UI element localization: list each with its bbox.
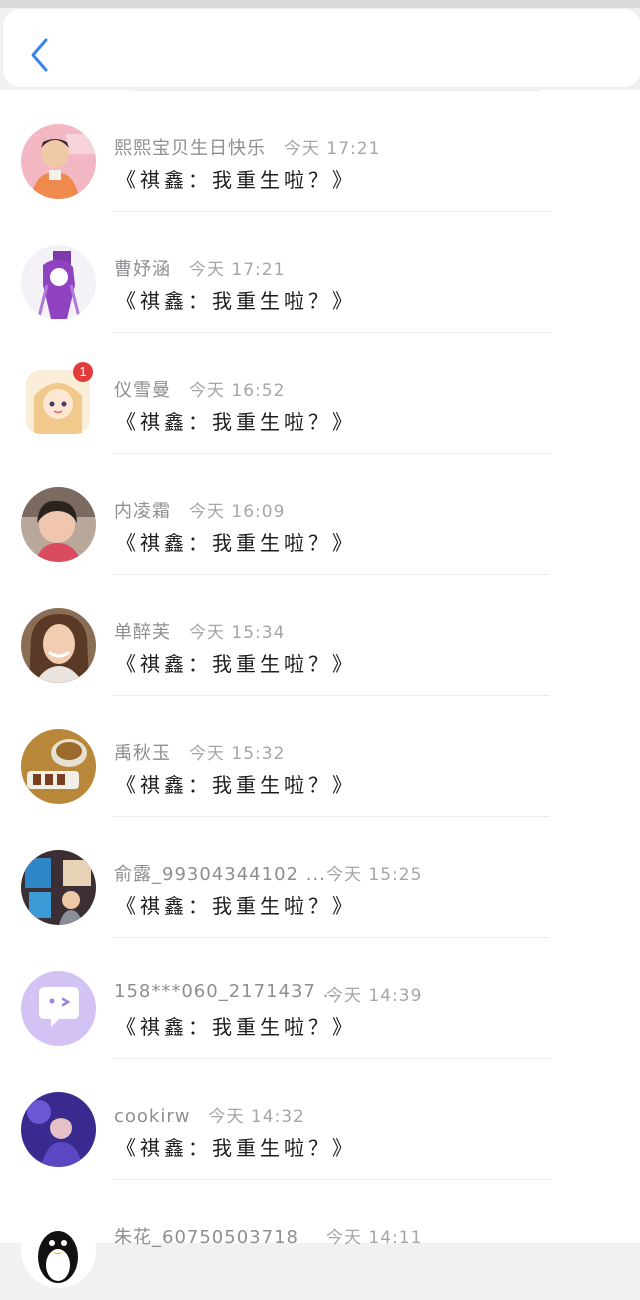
message-preview: 《祺鑫：我重生啦？》 (116, 168, 356, 192)
avatar[interactable] (21, 971, 96, 1046)
message-preview: 《祺鑫：我重生啦？》 (116, 410, 356, 434)
conversation-header: 俞露_99304344102 ... 今天 15:25 (114, 860, 421, 886)
list-item[interactable]: 158***060_2171437 ... 今天 14:39 《祺鑫：我重生啦？》 (0, 937, 640, 1058)
timestamp: 今天 16:52 (189, 381, 286, 401)
timestamp: 今天 15:25 (326, 865, 423, 885)
top-bar (2, 8, 640, 88)
list-item[interactable]: 曹妤涵 今天 17:21 《祺鑫：我重生啦？》 (0, 211, 640, 332)
contact-name: 曹妤涵 (114, 259, 171, 280)
contact-name: cookirw (114, 1106, 191, 1127)
conversation-header: 曹妤涵 今天 17:21 (114, 255, 285, 281)
divider (112, 937, 550, 938)
contact-name: 俞露_99304344102 ... (114, 864, 326, 885)
divider (112, 453, 550, 454)
list-item[interactable]: 内凌霜 今天 16:09 《祺鑫：我重生啦？》 (0, 453, 640, 574)
unread-badge: 1 (73, 362, 93, 382)
contact-name: 仪雪曼 (114, 380, 171, 401)
timestamp: 今天 16:09 (189, 502, 286, 522)
conversation-header: cookirw 今天 14:32 (114, 1102, 305, 1127)
avatar[interactable] (21, 729, 96, 804)
list-item[interactable]: cookirw 今天 14:32 《祺鑫：我重生啦？》 (0, 1058, 640, 1179)
list-item[interactable]: 熙熙宝贝生日快乐 今天 17:21 《祺鑫：我重生啦？》 (0, 90, 640, 211)
contact-name: 朱花_60750503718 (114, 1227, 299, 1248)
message-preview: 《祺鑫：我重生啦？》 (116, 531, 356, 555)
timestamp: 今天 15:34 (189, 623, 286, 643)
timestamp: 今天 14:32 (208, 1107, 305, 1127)
conversation-header: 熙熙宝贝生日快乐 今天 17:21 (114, 134, 380, 160)
list-item[interactable]: 禹秋玉 今天 15:32 《祺鑫：我重生啦？》 (0, 695, 640, 816)
avatar[interactable] (21, 487, 96, 562)
status-strip (0, 0, 640, 8)
timestamp: 今天 17:21 (189, 260, 286, 280)
message-preview: 《祺鑫：我重生啦？》 (116, 1015, 356, 1039)
avatar[interactable] (21, 124, 96, 199)
divider (112, 1179, 550, 1180)
message-preview: 《祺鑫：我重生啦？》 (116, 652, 356, 676)
avatar[interactable] (21, 1213, 96, 1288)
divider (112, 695, 550, 696)
contact-name: 单醉芙 (114, 622, 171, 643)
list-item[interactable]: 单醉芙 今天 15:34 《祺鑫：我重生啦？》 (0, 574, 640, 695)
timestamp: 今天 15:32 (189, 744, 286, 764)
conversation-header: 内凌霜 今天 16:09 (114, 497, 285, 523)
conversation-header: 158***060_2171437 ... 今天 14:39 (114, 981, 421, 1006)
contact-name: 禹秋玉 (114, 743, 171, 764)
divider (112, 816, 550, 817)
divider (134, 90, 540, 91)
list-item[interactable]: 俞露_99304344102 ... 今天 15:25 《祺鑫：我重生啦？》 (0, 816, 640, 937)
contact-name: 158***060_2171437 ... (114, 981, 343, 1002)
divider (112, 1058, 550, 1059)
list-item[interactable]: 朱花_60750503718 今天 14:11 (0, 1179, 640, 1300)
conversation-list: 熙熙宝贝生日快乐 今天 17:21 《祺鑫：我重生啦？》 曹妤涵 今天 17:21 … (0, 90, 640, 1288)
divider (112, 332, 550, 333)
message-preview: 《祺鑫：我重生啦？》 (116, 894, 356, 918)
timestamp: 今天 14:11 (326, 1228, 423, 1248)
contact-name: 内凌霜 (114, 501, 171, 522)
list-item[interactable]: 1 仪雪曼 今天 16:52 《祺鑫：我重生啦？》 (0, 332, 640, 453)
conversation-header: 单醉芙 今天 15:34 (114, 618, 285, 644)
divider (112, 211, 550, 212)
message-preview: 《祺鑫：我重生啦？》 (116, 773, 356, 797)
back-button[interactable] (29, 37, 51, 73)
conversation-header: 禹秋玉 今天 15:32 (114, 739, 285, 765)
penguin-icon (21, 1213, 96, 1288)
avatar[interactable] (21, 1092, 96, 1167)
chat-bubble-icon (21, 971, 96, 1046)
divider (112, 574, 550, 575)
conversation-header: 朱花_60750503718 今天 14:11 (114, 1223, 421, 1249)
contact-name: 熙熙宝贝生日快乐 (114, 138, 266, 159)
message-preview: 《祺鑫：我重生啦？》 (116, 289, 356, 313)
avatar[interactable] (21, 608, 96, 683)
chevron-left-icon (31, 38, 48, 72)
avatar[interactable] (21, 245, 96, 320)
conversation-header: 仪雪曼 今天 16:52 (114, 376, 285, 402)
timestamp: 今天 14:39 (326, 986, 423, 1006)
message-preview: 《祺鑫：我重生啦？》 (116, 1136, 356, 1160)
avatar[interactable] (21, 850, 96, 925)
timestamp: 今天 17:21 (284, 139, 381, 159)
